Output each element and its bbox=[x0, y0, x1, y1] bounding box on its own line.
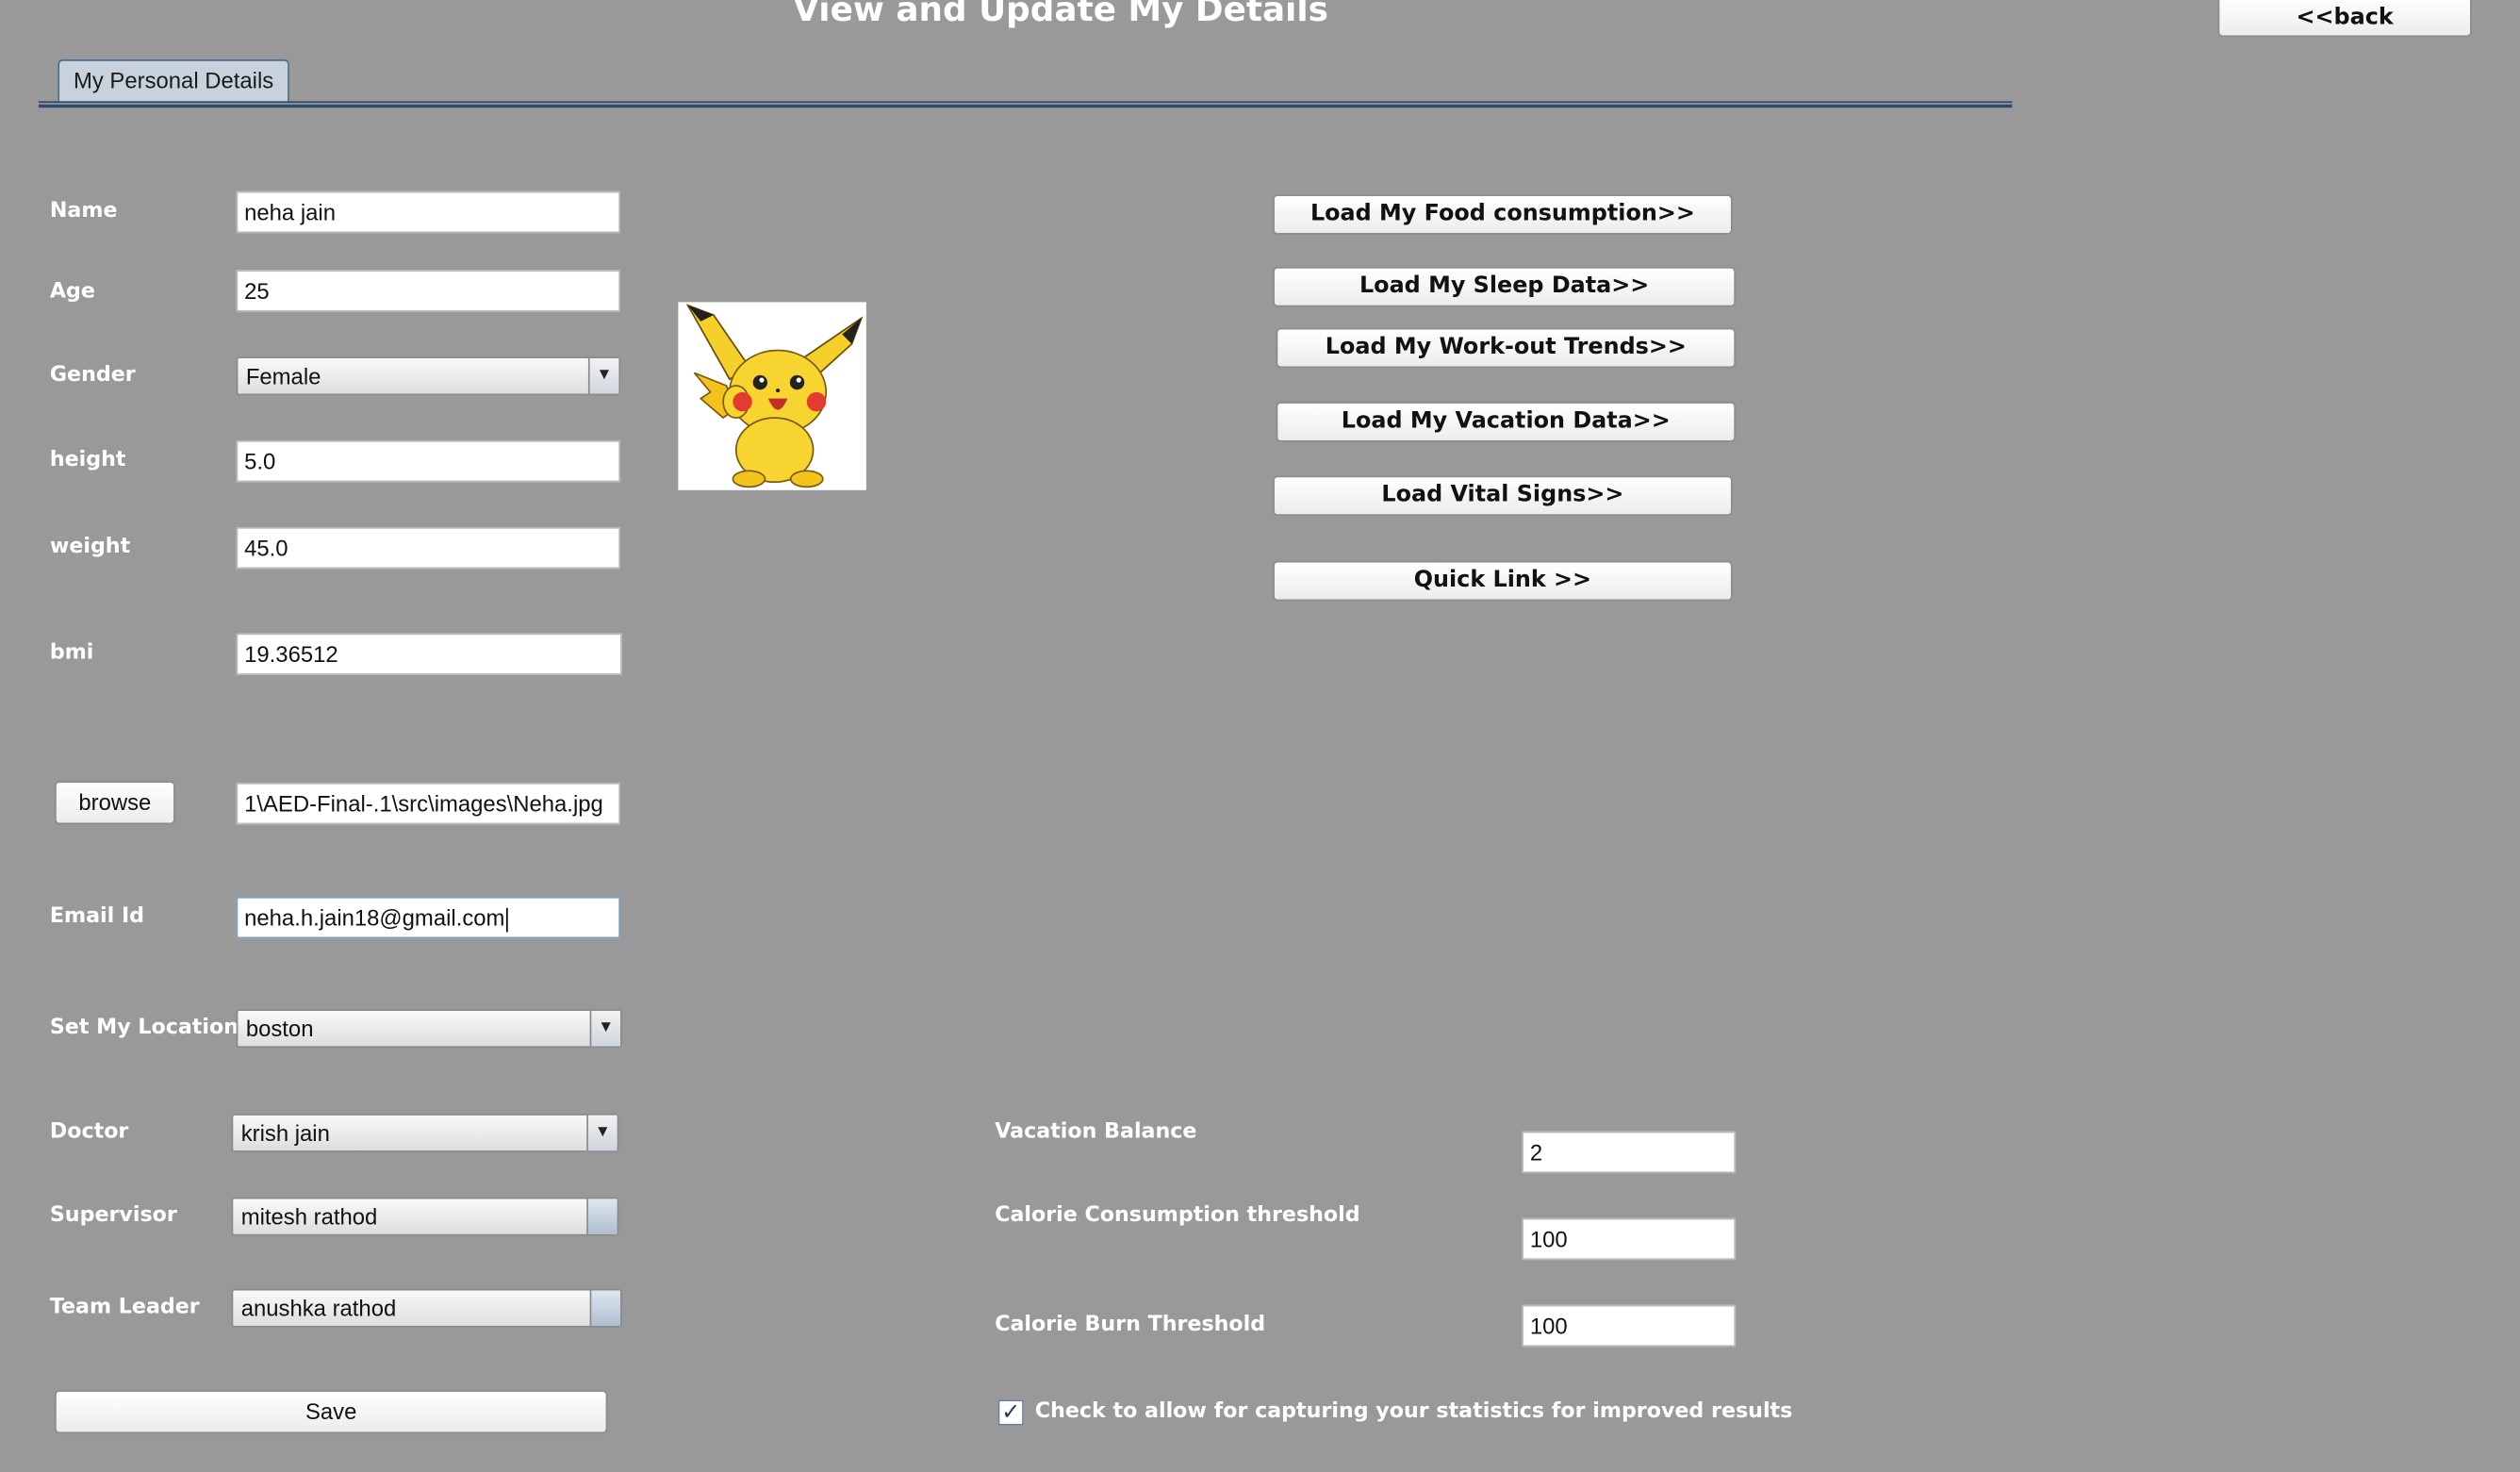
email-value: neha.h.jain18@gmail.com bbox=[244, 904, 505, 931]
doctor-select-value: krish jain bbox=[240, 1119, 330, 1147]
calorie-consumption-field[interactable]: 100 bbox=[1522, 1217, 1737, 1261]
back-button[interactable]: <<back bbox=[2217, 0, 2472, 38]
load-food-consumption-button[interactable]: Load My Food consumption>> bbox=[1273, 194, 1733, 235]
image-path-field[interactable]: 1\AED-Final-.1\src\images\Neha.jpg bbox=[236, 782, 621, 825]
load-workout-trends-button[interactable]: Load My Work-out Trends>> bbox=[1276, 327, 1737, 369]
chevron-down-icon[interactable]: ▼ bbox=[587, 358, 619, 394]
load-vacation-data-button[interactable]: Load My Vacation Data>> bbox=[1276, 402, 1737, 442]
pikachu-avatar-icon bbox=[685, 304, 864, 488]
app-window: View and Update My Details <<back My Per… bbox=[0, 0, 2520, 1472]
location-label: Set My Location bbox=[49, 1016, 239, 1040]
bmi-field[interactable]: 19.36512 bbox=[236, 633, 622, 675]
bmi-label: bmi bbox=[49, 640, 94, 666]
location-select[interactable]: boston ▼ bbox=[236, 1009, 622, 1049]
quick-link-button[interactable]: Quick Link >> bbox=[1273, 560, 1733, 602]
checkmark-icon: ✓ bbox=[1001, 1399, 1021, 1426]
text-caret bbox=[506, 907, 508, 933]
tab-my-personal-details[interactable]: My Personal Details bbox=[58, 59, 289, 102]
browse-button[interactable]: browse bbox=[54, 781, 175, 825]
height-field[interactable]: 5.0 bbox=[236, 439, 621, 483]
chevron-down-icon[interactable]: ▼ bbox=[589, 1010, 621, 1047]
team-leader-label: Team Leader bbox=[49, 1295, 200, 1320]
gender-select-value: Female bbox=[245, 363, 321, 389]
supervisor-label: Supervisor bbox=[49, 1203, 177, 1229]
dropdown-button[interactable] bbox=[589, 1290, 621, 1326]
email-label: Email Id bbox=[49, 904, 145, 930]
team-leader-select[interactable]: anushka rathod bbox=[231, 1288, 622, 1328]
vacation-balance-label: Vacation Balance bbox=[995, 1119, 1197, 1145]
consent-checkbox[interactable]: ✓ bbox=[997, 1399, 1024, 1426]
team-leader-select-value: anushka rathod bbox=[240, 1295, 397, 1321]
load-sleep-data-button[interactable]: Load My Sleep Data>> bbox=[1273, 266, 1737, 307]
calorie-consumption-label: Calorie Consumption threshold bbox=[995, 1203, 1360, 1229]
chevron-down-icon[interactable]: ▼ bbox=[586, 1115, 618, 1151]
weight-field[interactable]: 45.0 bbox=[236, 526, 621, 570]
consent-label: Check to allow for capturing your statis… bbox=[1034, 1399, 1793, 1424]
email-field[interactable]: neha.h.jain18@gmail.com bbox=[236, 896, 621, 939]
name-label: Name bbox=[49, 199, 118, 223]
vacation-balance-field[interactable]: 2 bbox=[1522, 1131, 1737, 1174]
page-title: View and Update My Details bbox=[793, 0, 1328, 29]
profile-photo bbox=[678, 302, 866, 490]
supervisor-select[interactable]: mitesh rathod bbox=[231, 1197, 619, 1236]
doctor-select[interactable]: krish jain ▼ bbox=[231, 1114, 619, 1152]
calorie-burn-field[interactable]: 100 bbox=[1522, 1304, 1737, 1348]
supervisor-select-value: mitesh rathod bbox=[240, 1203, 378, 1230]
age-label: Age bbox=[49, 279, 95, 305]
save-button[interactable]: Save bbox=[54, 1390, 608, 1434]
tab-separator bbox=[38, 101, 2013, 108]
load-vital-signs-button[interactable]: Load Vital Signs>> bbox=[1273, 475, 1733, 517]
age-field[interactable]: 25 bbox=[236, 270, 621, 312]
weight-label: weight bbox=[49, 535, 131, 560]
dropdown-button[interactable] bbox=[586, 1199, 618, 1234]
calorie-burn-label: Calorie Burn Threshold bbox=[995, 1313, 1266, 1337]
gender-label: Gender bbox=[49, 363, 136, 388]
doctor-label: Doctor bbox=[49, 1119, 129, 1145]
name-field[interactable]: neha jain bbox=[236, 190, 621, 234]
height-label: height bbox=[49, 448, 126, 473]
location-select-value: boston bbox=[245, 1016, 314, 1042]
gender-select[interactable]: Female ▼ bbox=[236, 356, 621, 396]
